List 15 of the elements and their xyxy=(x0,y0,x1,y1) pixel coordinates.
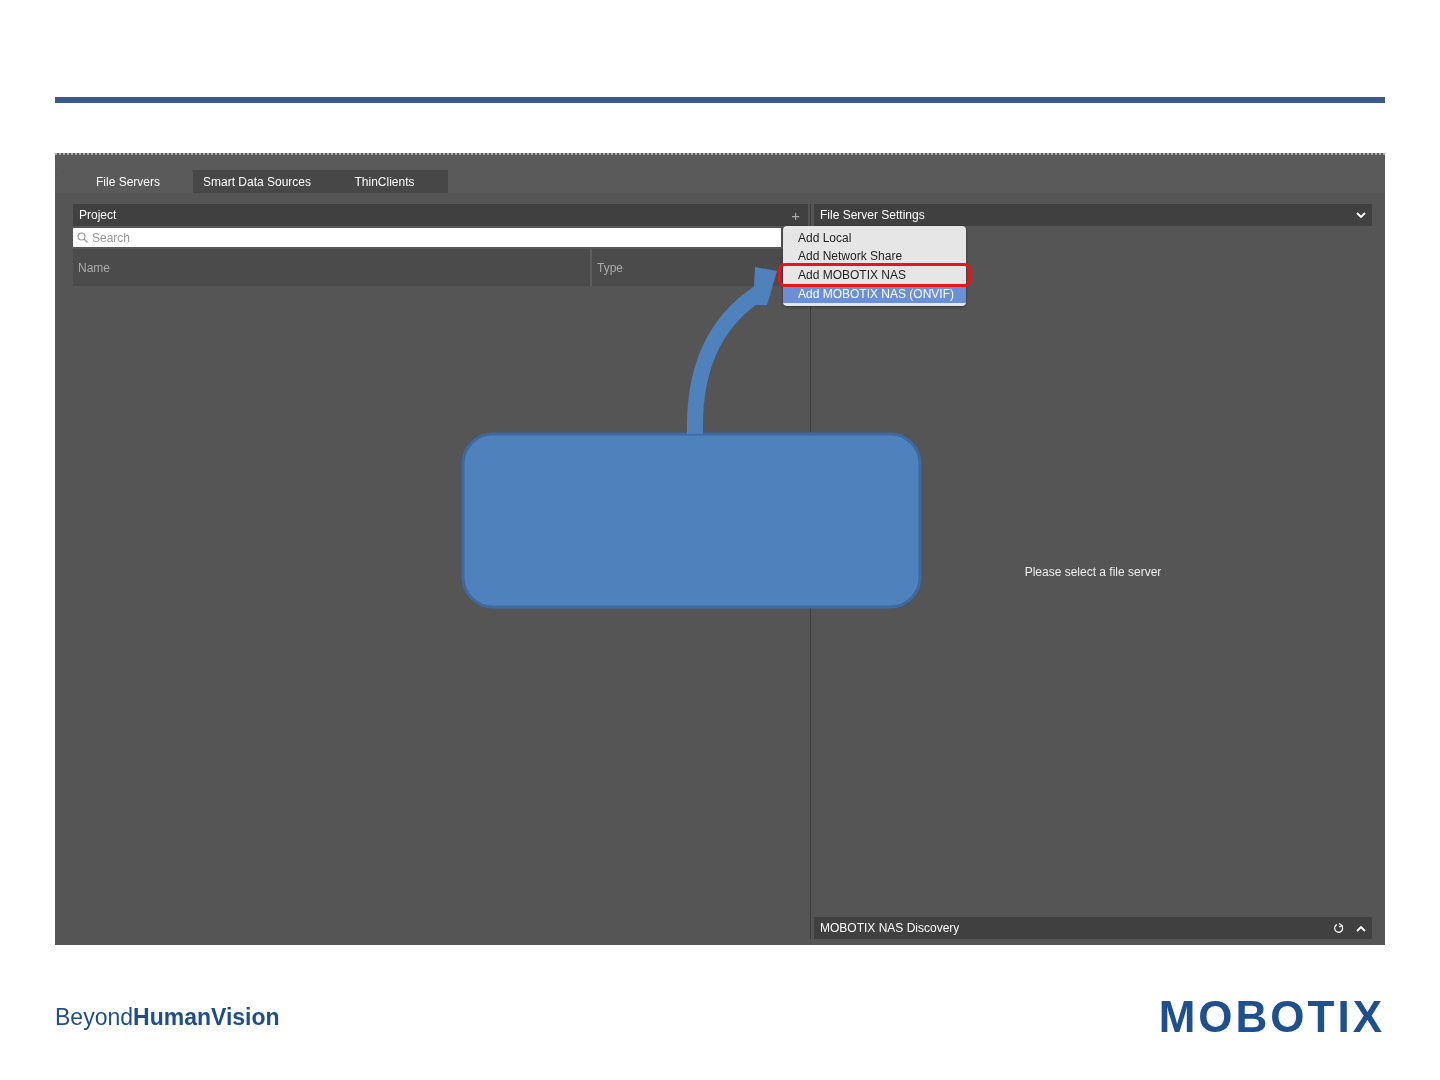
menu-item[interactable]: Add Local xyxy=(783,229,966,247)
tab[interactable]: File Servers xyxy=(63,170,193,193)
search-icon xyxy=(77,232,88,243)
panel-title: File Server Settings xyxy=(820,208,925,222)
search-field[interactable]: Search xyxy=(73,228,781,247)
tagline: BeyondHumanVision xyxy=(55,1003,280,1031)
empty-message: Please select a file server xyxy=(1024,564,1162,579)
chevron-up-icon[interactable] xyxy=(1356,924,1366,932)
logo: MOBOTIX xyxy=(1158,992,1385,1042)
chevron-down-icon[interactable] xyxy=(1356,211,1366,219)
panel-title: Project xyxy=(79,208,117,222)
discovery-title: MOBOTIX NAS Discovery xyxy=(820,921,960,935)
add-button[interactable]: + xyxy=(789,206,802,224)
refresh-icon[interactable] xyxy=(1333,922,1344,934)
column-header[interactable]: Name xyxy=(73,249,592,286)
